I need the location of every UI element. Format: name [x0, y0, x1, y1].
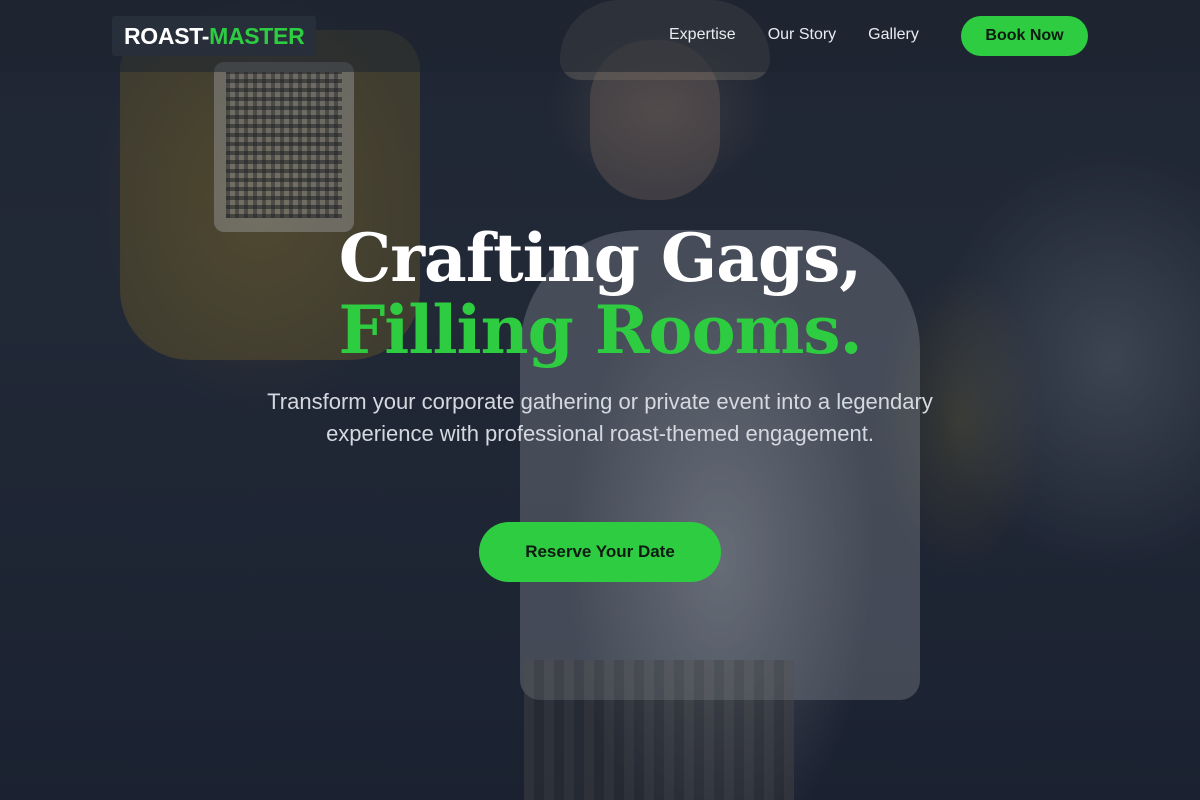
top-nav: ROAST- MASTER Expertise Our Story Galler… — [0, 0, 1200, 72]
nav-links: Expertise Our Story Gallery — [669, 26, 919, 44]
book-now-button[interactable]: Book Now — [961, 16, 1088, 56]
hero-subtitle: Transform your corporate gathering or pr… — [267, 389, 933, 446]
reserve-date-button[interactable]: Reserve Your Date — [479, 522, 721, 582]
nav-link-our-story[interactable]: Our Story — [768, 26, 836, 44]
nav-link-expertise[interactable]: Expertise — [669, 26, 736, 44]
brand-logo-part2: MASTER — [209, 22, 305, 49]
brand-logo-part1: ROAST- — [124, 22, 210, 49]
headline-line-1: Crafting Gags, — [338, 219, 863, 297]
nav-link-gallery[interactable]: Gallery — [868, 26, 919, 44]
headline-line-2: Filling Rooms. — [338, 291, 862, 369]
brand-logo[interactable]: ROAST- MASTER — [112, 16, 317, 56]
